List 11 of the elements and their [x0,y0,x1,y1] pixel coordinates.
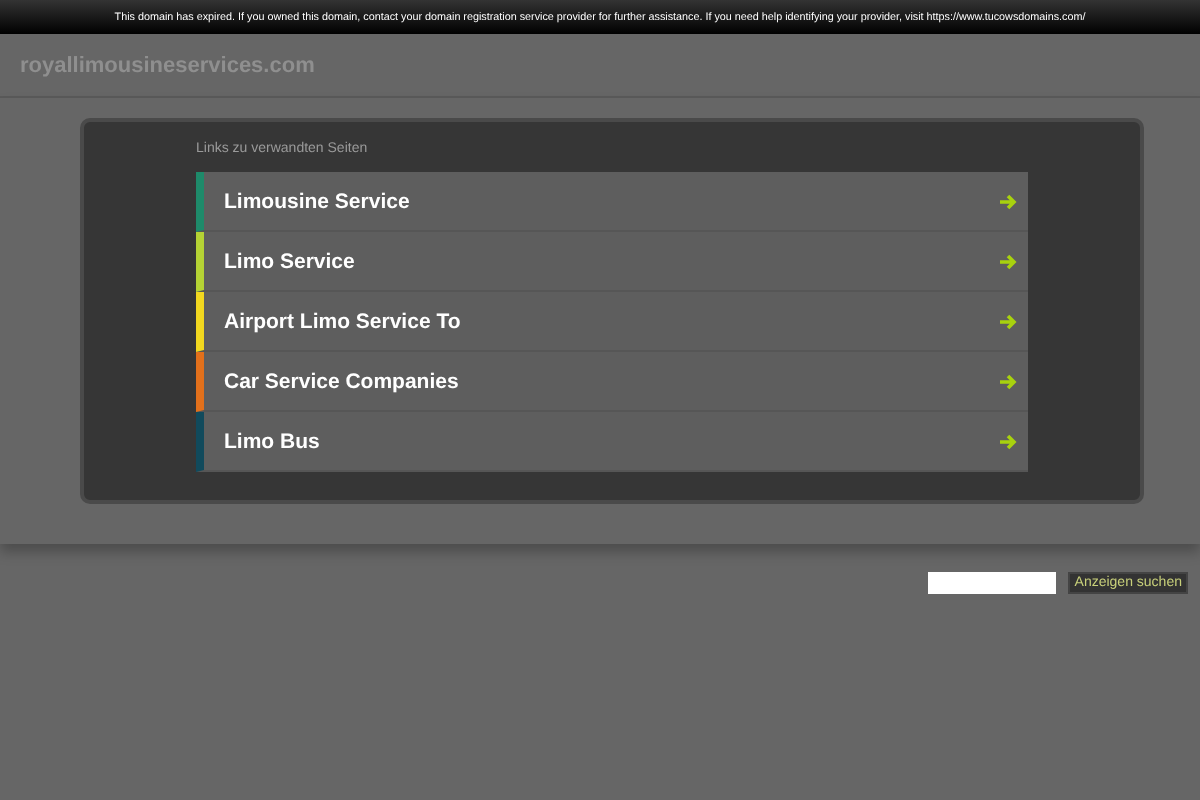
arrow-icon [1000,373,1018,389]
arrow-icon [1000,253,1018,269]
arrow-icon [1000,313,1018,329]
related-link[interactable]: Limousine Service [196,172,1028,232]
arrow-icon [1000,193,1018,209]
related-link[interactable]: Limo Bus [196,412,1028,472]
search-field[interactable] [928,572,1057,594]
related-link[interactable]: Airport Limo Service To [196,292,1028,352]
related-link[interactable]: Limo Service [196,232,1028,292]
arrow-icon [1000,433,1018,449]
related-link[interactable]: Car Service Companies [196,352,1028,412]
